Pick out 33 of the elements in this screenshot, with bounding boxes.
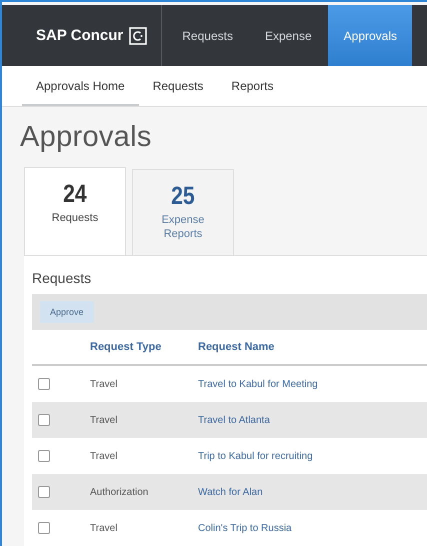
tab-label: Expense Reports — [160, 213, 206, 241]
column-header[interactable]: Request Type — [90, 341, 198, 353]
row-checkbox[interactable] — [38, 378, 50, 390]
subnav-tab[interactable]: Requests — [138, 66, 218, 106]
subnav-tab[interactable]: Approvals Home — [22, 66, 139, 106]
request-link[interactable]: Colin's Trip to Russia — [198, 522, 427, 534]
row-checkbox[interactable] — [38, 450, 50, 462]
table-cell-text: Authorization — [90, 486, 150, 498]
request-link[interactable]: Watch for Alan — [198, 486, 427, 498]
page-title: Approvals — [20, 121, 153, 154]
tab-count: 25 — [171, 182, 195, 211]
nav-tab[interactable]: Approvals — [328, 5, 412, 66]
row-checkbox[interactable] — [38, 522, 50, 534]
count-tab[interactable]: 24 Requests — [24, 167, 126, 255]
row-checkbox[interactable] — [38, 486, 50, 498]
logo-icon — [129, 26, 148, 44]
nav-tab[interactable]: Expense — [248, 5, 328, 66]
subnav-tab[interactable]: Reports — [217, 66, 288, 106]
section-title: Requests — [32, 270, 92, 286]
tab-count: 24 — [63, 180, 87, 209]
brand-name: SAP Concur — [36, 27, 124, 44]
table-cell-text: Travel — [90, 378, 118, 390]
table-cell-text: Travel — [90, 450, 118, 462]
nav-tab[interactable]: Requests — [162, 5, 249, 66]
count-tab[interactable]: 25 Expense Reports — [132, 169, 234, 255]
request-link[interactable]: Travel to Kabul for Meeting — [198, 378, 427, 390]
table-cell-text: Travel — [90, 414, 118, 426]
row-checkbox[interactable] — [38, 414, 50, 426]
request-link[interactable]: Trip to Kabul for recruiting — [198, 450, 427, 462]
column-header[interactable]: Request Name — [198, 341, 427, 353]
table-cell-text: Travel — [90, 522, 118, 534]
tab-label: Requests — [52, 211, 98, 225]
request-link[interactable]: Travel to Atlanta — [198, 414, 427, 426]
